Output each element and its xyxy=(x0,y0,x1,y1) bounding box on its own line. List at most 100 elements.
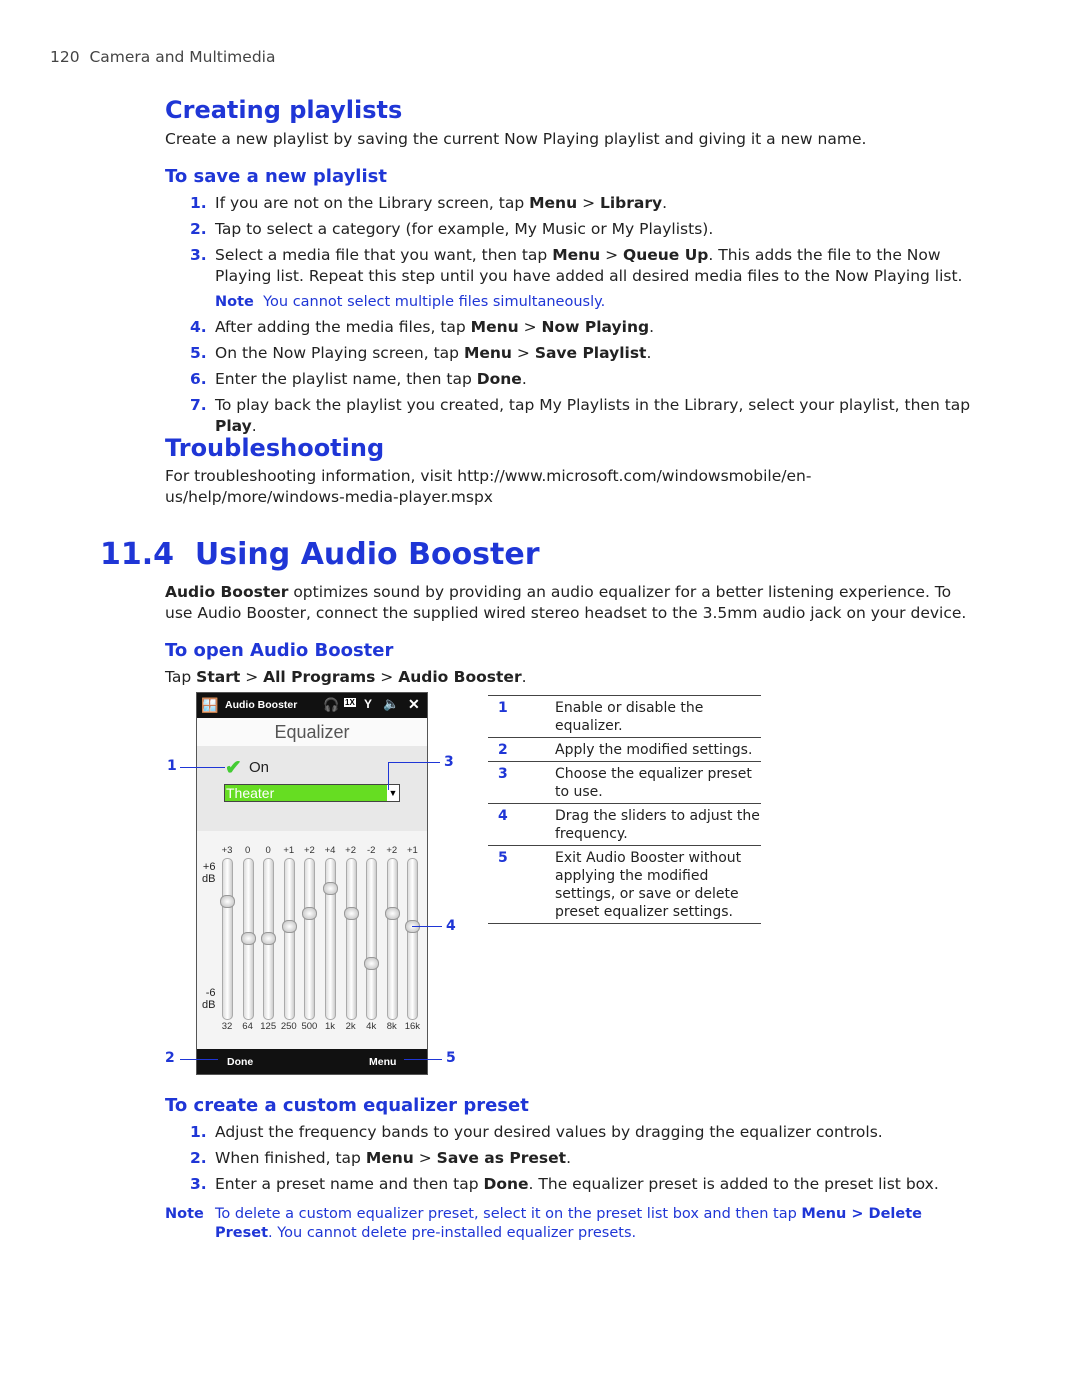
slider-track[interactable] xyxy=(304,858,316,1020)
slider-thumb[interactable] xyxy=(302,907,318,920)
band-frequency-label: 250 xyxy=(280,1021,297,1032)
legend-row: 3 Choose the equalizer preset to use. xyxy=(488,761,761,804)
slider-thumb[interactable] xyxy=(261,932,277,945)
note-text: You cannot select multiple files simulta… xyxy=(263,294,606,310)
step-number: 1. xyxy=(190,1123,207,1141)
slider-track[interactable] xyxy=(283,858,295,1020)
app-title: Audio Booster xyxy=(225,699,298,711)
band-frequency-label: 125 xyxy=(260,1021,277,1032)
step-text: If you are not on the Library screen, ta… xyxy=(215,194,668,212)
chapter-title: Using Audio Booster xyxy=(194,537,540,572)
max-db-label: +6 dB xyxy=(202,861,216,885)
step-text: When finished, tap Menu > Save as Preset… xyxy=(215,1149,571,1167)
heading-creating-playlists: Creating playlists xyxy=(165,96,403,124)
on-label: On xyxy=(249,759,270,776)
subheading-save-playlist: To save a new playlist xyxy=(165,166,387,187)
step-text: Adjust the frequency bands to your desir… xyxy=(215,1123,883,1141)
troubleshooting-text: For troubleshooting information, visit h… xyxy=(165,467,812,506)
audio-booster-screenshot: 🪟 Audio Booster 🎧 1X Y 🔈 ✕ Equalizer ✔ O… xyxy=(196,692,428,1075)
legend-number: 1 xyxy=(488,695,555,738)
band-value-label: +2 xyxy=(303,845,315,856)
signal-icon: Y xyxy=(364,697,373,711)
slider-track[interactable] xyxy=(345,858,357,1020)
step-number: 6. xyxy=(190,370,207,388)
slider-track[interactable] xyxy=(386,858,398,1020)
legend-row: 2 Apply the modified settings. xyxy=(488,737,761,762)
step-number: 7. xyxy=(190,396,207,414)
band-frequency-label: 2k xyxy=(345,1021,356,1032)
slider-track[interactable] xyxy=(366,858,378,1020)
callout-1: 1 xyxy=(167,758,177,774)
legend-number: 2 xyxy=(488,737,555,762)
close-icon[interactable]: ✕ xyxy=(408,696,420,713)
slider-thumb[interactable] xyxy=(343,907,359,920)
note-delete-preset: Note To delete a custom equalizer preset,… xyxy=(165,1205,980,1243)
slider-thumb[interactable] xyxy=(364,957,380,970)
legend-text: Enable or disable the equalizer. xyxy=(555,695,761,738)
callout-3: 3 xyxy=(444,754,454,770)
slider-thumb[interactable] xyxy=(281,919,297,933)
chapter-number: 11.4 xyxy=(100,537,175,572)
band-frequency-label: 32 xyxy=(221,1021,233,1032)
band-value-label: +2 xyxy=(345,845,357,856)
slider-thumb[interactable] xyxy=(323,882,338,895)
screen-title: Equalizer xyxy=(197,718,427,746)
heading-troubleshooting: Troubleshooting xyxy=(165,434,385,462)
band-value-label: +2 xyxy=(386,845,398,856)
step-text: To play back the playlist you created, t… xyxy=(215,396,971,435)
network-icon: 1X xyxy=(344,698,356,707)
booster-intro: Audio Booster optimizes sound by providi… xyxy=(165,583,967,622)
band-value-label: +4 xyxy=(324,845,336,856)
slider-thumb[interactable] xyxy=(220,894,235,908)
slider-track[interactable] xyxy=(407,858,419,1020)
note-multiple-files: Note You cannot select multiple files si… xyxy=(215,292,605,313)
note-label: Note xyxy=(215,294,254,310)
step-number: 5. xyxy=(190,344,207,362)
windows-start-icon[interactable]: 🪟 xyxy=(201,697,218,714)
slider-thumb[interactable] xyxy=(240,932,256,945)
band-frequency-label: 500 xyxy=(301,1021,318,1032)
legend-number: 3 xyxy=(488,761,555,804)
step-text: Select a media file that you want, then … xyxy=(215,246,963,285)
band-value-label: 0 xyxy=(265,845,271,856)
headset-icon: 🎧 xyxy=(323,697,340,712)
band-frequency-label: 8k xyxy=(386,1021,397,1032)
title-bar: 🪟 Audio Booster 🎧 1X Y 🔈 ✕ xyxy=(197,693,427,718)
slider-track[interactable] xyxy=(222,858,233,1020)
legend-row: 1 Enable or disable the equalizer. xyxy=(488,695,761,738)
page: 120 Camera and Multimedia Creating playl… xyxy=(0,0,1080,1397)
subheading-open-booster: To open Audio Booster xyxy=(165,640,394,661)
preset-value: Theater xyxy=(226,785,275,801)
volume-icon[interactable]: 🔈 xyxy=(383,696,399,712)
step-number: 3. xyxy=(190,1175,207,1193)
legend-number: 4 xyxy=(488,803,555,846)
on-checkbox[interactable]: ✔ xyxy=(225,755,242,780)
note-label: Note xyxy=(165,1206,204,1222)
slider-thumb[interactable] xyxy=(384,907,400,920)
band-frequency-label: 16k xyxy=(404,1021,421,1032)
chapter-heading: 11.4 Using Audio Booster xyxy=(100,537,540,572)
band-value-label: +1 xyxy=(283,845,295,856)
band-value-label: +1 xyxy=(406,845,418,856)
step-number: 2. xyxy=(190,220,207,238)
softkey-bar: Done Menu xyxy=(197,1049,427,1074)
step-text: Enter a preset name and then tap Done. T… xyxy=(215,1175,939,1193)
legend-row: 4 Drag the sliders to adjust the frequenc… xyxy=(488,803,761,846)
step-text: On the Now Playing screen, tap Menu > Sa… xyxy=(215,344,652,362)
menu-softkey[interactable]: Menu xyxy=(369,1056,396,1068)
step-text: After adding the media files, tap Menu >… xyxy=(215,318,655,336)
callout-4: 4 xyxy=(446,918,456,934)
callout-legend: 1 Enable or disable the equalizer. 2 Apply … xyxy=(488,695,761,924)
done-softkey[interactable]: Done xyxy=(227,1056,253,1068)
open-booster-instructions: Tap Start > All Programs > Audio Booster… xyxy=(165,668,527,686)
step-text: Enter the playlist name, then tap Done. xyxy=(215,370,527,388)
page-header: 120 Camera and Multimedia xyxy=(50,48,275,66)
page-number: 120 xyxy=(50,48,80,66)
band-frequency-label: 64 xyxy=(242,1021,253,1032)
legend-number: 5 xyxy=(488,845,555,924)
callout-5: 5 xyxy=(446,1050,456,1066)
subheading-custom-preset: To create a custom equalizer preset xyxy=(165,1095,529,1116)
preset-dropdown[interactable]: Theater ▼ xyxy=(224,784,400,802)
band-frequency-label: 1k xyxy=(324,1021,336,1032)
legend-text: Exit Audio Booster without applying the … xyxy=(555,845,761,924)
